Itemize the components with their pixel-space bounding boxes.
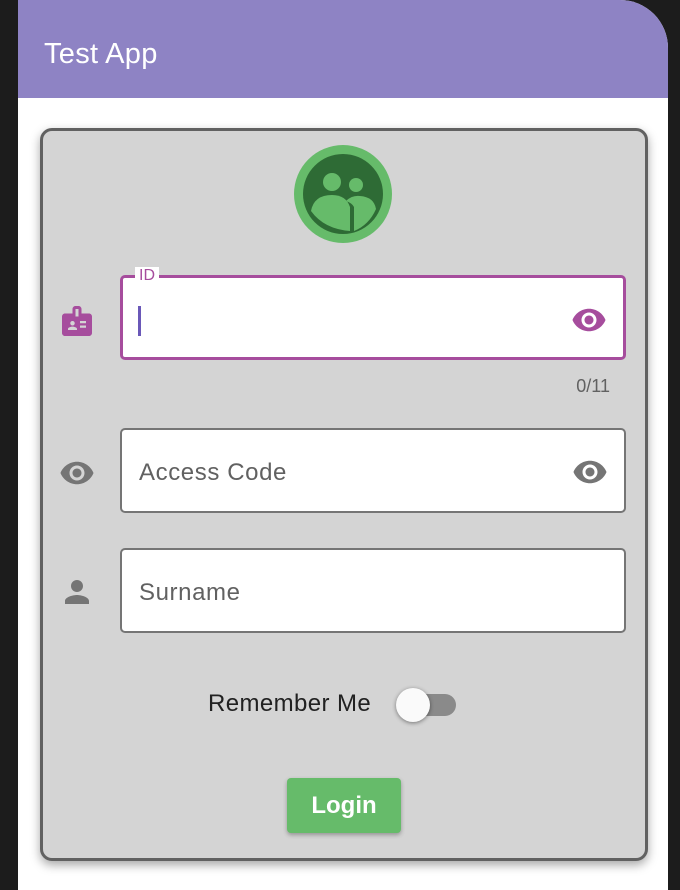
app-bar: Test App [18, 0, 668, 98]
app-title: Test App [44, 38, 158, 70]
remember-me-label: Remember Me [208, 690, 372, 717]
person-icon [65, 580, 89, 604]
remember-me-switch-thumb[interactable] [396, 688, 430, 722]
character-counter: 0/11 [576, 376, 610, 396]
id-field-label: ID [135, 267, 159, 285]
groups-avatar-icon [294, 145, 392, 243]
phone-screen: Test App ID 0/11 Access Code Surname Rem… [18, 0, 668, 890]
login-card: ID 0/11 Access Code Surname Remember Me [40, 128, 648, 861]
access-code-placeholder: Access Code [139, 459, 287, 486]
id-field[interactable]: ID [120, 267, 626, 360]
visibility-icon[interactable] [572, 454, 608, 490]
badge-icon [62, 306, 92, 336]
access-code-field[interactable]: Access Code [120, 428, 626, 513]
visibility-icon[interactable] [571, 302, 607, 338]
surname-placeholder: Surname [139, 579, 241, 606]
surname-field[interactable]: Surname [120, 548, 626, 633]
text-cursor [138, 306, 141, 336]
login-button[interactable]: Login [287, 778, 401, 833]
visibility-icon [60, 461, 94, 485]
